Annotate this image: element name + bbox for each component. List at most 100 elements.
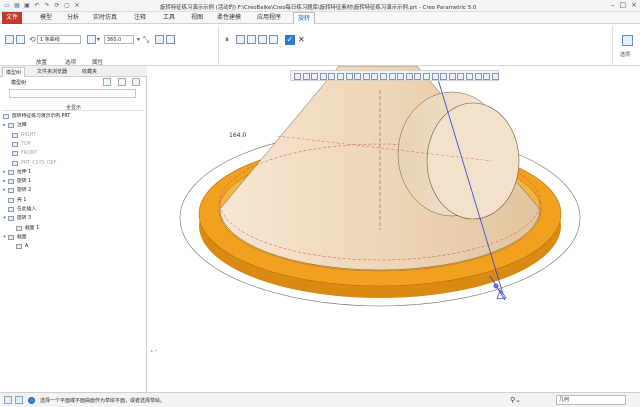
undo-icon[interactable]: ↶ — [33, 2, 41, 10]
expand-arrow-icon[interactable]: ▸ — [2, 168, 7, 177]
tree-item[interactable]: 截面 1 — [0, 224, 145, 233]
confirm-check-icon[interactable]: ✓ — [285, 35, 295, 45]
view-manager-icon[interactable] — [345, 73, 353, 80]
angle-dropdown-icon[interactable]: ▾ — [137, 35, 140, 44]
new-file-icon[interactable]: ▭ — [3, 2, 11, 10]
preview-icon[interactable] — [247, 35, 256, 44]
expand-arrow-icon[interactable]: ▾ — [2, 233, 7, 242]
csys-display-icon[interactable] — [414, 73, 422, 80]
color-icon[interactable] — [440, 73, 448, 80]
tree-item[interactable]: FRONT — [0, 149, 145, 158]
zoom-in-icon[interactable] — [302, 73, 310, 80]
tree-item[interactable]: 壳 1 — [0, 196, 145, 205]
tree-item[interactable]: ▾ 截面 — [0, 233, 145, 242]
expand-arrow-icon[interactable]: ▸ — [2, 121, 7, 130]
tab-model[interactable]: 模型 — [36, 12, 56, 24]
orient-1-icon[interactable] — [457, 73, 465, 80]
open-file-icon[interactable]: ▤ — [13, 2, 21, 10]
tree-columns-icon[interactable] — [132, 78, 140, 86]
annotation-display-icon[interactable] — [380, 73, 387, 80]
orient-4-icon[interactable] — [483, 73, 491, 80]
tree-search-input[interactable] — [9, 89, 136, 98]
model-view[interactable] — [147, 66, 640, 392]
placement-tab[interactable]: 放置 — [36, 58, 47, 66]
chevron-down-icon[interactable]: ▾ — [97, 35, 100, 44]
graphics-area[interactable]: 164.0 ⊥ ⌐ — [147, 66, 640, 392]
tree-settings-icon[interactable] — [103, 78, 111, 86]
window-icon[interactable]: ▢ — [63, 2, 71, 10]
tree-item[interactable]: 在此插入 — [0, 205, 145, 214]
redo-icon[interactable]: ↷ — [43, 2, 51, 10]
orient-5-icon[interactable] — [491, 73, 499, 80]
tab-view[interactable]: 视图 — [187, 12, 207, 24]
pause-icon[interactable]: ⏸ — [225, 35, 229, 44]
sketch-collector[interactable]: 1 条曲线 — [37, 35, 81, 44]
tab-live-simulation[interactable]: 实时仿真 — [89, 12, 121, 24]
surface-icon[interactable] — [16, 35, 25, 44]
tab-model-tree[interactable]: 模型树 — [2, 67, 26, 77]
thicken-icon[interactable] — [166, 35, 175, 44]
remove-material-icon[interactable] — [155, 35, 164, 44]
solid-icon[interactable] — [5, 35, 14, 44]
tab-favorites[interactable]: 收藏夹 — [79, 67, 100, 77]
tab-revolve[interactable]: 旋转 — [293, 12, 316, 24]
tree-item[interactable]: ▸ 拉伸 1 — [0, 168, 145, 177]
section-icon[interactable] — [423, 73, 430, 80]
tree-item[interactable]: TOP — [0, 140, 145, 149]
cancel-x-icon[interactable]: ✕ — [298, 35, 305, 45]
angle-type-icon[interactable] — [87, 35, 96, 44]
tab-flexible-modeling[interactable]: 柔性建模 — [213, 12, 245, 24]
perspective-icon[interactable] — [328, 73, 336, 80]
appearance-icon[interactable] — [431, 73, 439, 80]
glasses-icon[interactable] — [269, 35, 278, 44]
tree-item[interactable]: 旋转特征练习演示示例.PRT — [0, 112, 145, 121]
tab-applications[interactable]: 应用程序 — [253, 12, 285, 24]
repaint-icon[interactable] — [319, 73, 327, 80]
plane-display-icon[interactable] — [388, 73, 396, 80]
expand-arrow-icon[interactable]: ▸ — [2, 186, 7, 195]
tree-item[interactable]: ▸ 注释 — [0, 121, 145, 130]
tab-annotate[interactable]: 注释 — [130, 12, 150, 24]
datum-display-icon[interactable] — [362, 73, 370, 80]
properties-tab[interactable]: 属性 — [92, 58, 103, 66]
tree-item[interactable]: RIGHT — [0, 131, 145, 140]
tree-item[interactable]: ▸ 旋转 1 — [0, 177, 145, 186]
nav-panel-toggle-icon[interactable] — [4, 396, 12, 404]
sketch-icon[interactable]: ⟲ — [29, 35, 36, 44]
saved-orientations-icon[interactable] — [337, 73, 344, 80]
orient-3-icon[interactable] — [474, 73, 482, 80]
zoom-out-icon[interactable] — [311, 73, 319, 80]
tab-tools[interactable]: 工具 — [159, 12, 179, 24]
expand-arrow-icon[interactable]: ▸ — [2, 177, 7, 186]
tree-item[interactable]: PRT_CSYS_DEF — [0, 159, 145, 168]
no-preview-icon[interactable] — [236, 35, 245, 44]
options-icon[interactable] — [622, 35, 633, 46]
flip-direction-icon[interactable]: ⤡ — [143, 35, 149, 44]
tab-folder-browser[interactable]: 文件夹浏览器 — [34, 67, 70, 77]
save-icon[interactable]: ▣ — [23, 2, 31, 10]
expand-arrow-icon[interactable]: ▾ — [2, 214, 7, 223]
point-display-icon[interactable] — [405, 73, 413, 80]
tab-analysis[interactable]: 分析 — [63, 12, 83, 24]
maximize-button[interactable]: □ — [620, 1, 627, 9]
close-window-icon[interactable]: ✕ — [73, 2, 81, 10]
tree-item[interactable]: A — [0, 242, 145, 251]
close-button[interactable]: × — [631, 1, 637, 9]
verify-icon[interactable] — [258, 35, 267, 44]
angle-input[interactable]: 360.0 — [104, 35, 134, 44]
refit-icon[interactable] — [294, 73, 301, 80]
regenerate-icon[interactable]: ⟳ — [53, 2, 61, 10]
options-tab[interactable]: 选项 — [65, 58, 76, 66]
orient-2-icon[interactable] — [466, 73, 473, 80]
browser-toggle-icon[interactable] — [15, 396, 23, 404]
tree-filter-icon[interactable] — [118, 78, 126, 86]
axis-display-icon[interactable] — [397, 73, 405, 80]
minimize-button[interactable]: – — [611, 1, 615, 9]
spin-center-icon[interactable] — [371, 73, 379, 80]
dimension-label[interactable]: 164.0 — [229, 132, 246, 139]
tree-item[interactable]: ▾ 旋转 3 — [0, 214, 145, 223]
selection-filter-select[interactable]: 几何 — [556, 395, 626, 405]
display-style-icon[interactable] — [354, 73, 362, 80]
tree-item[interactable]: ▸ 旋转 2 — [0, 186, 145, 195]
selection-filter-icon[interactable]: ⚲⌄ — [510, 395, 521, 405]
